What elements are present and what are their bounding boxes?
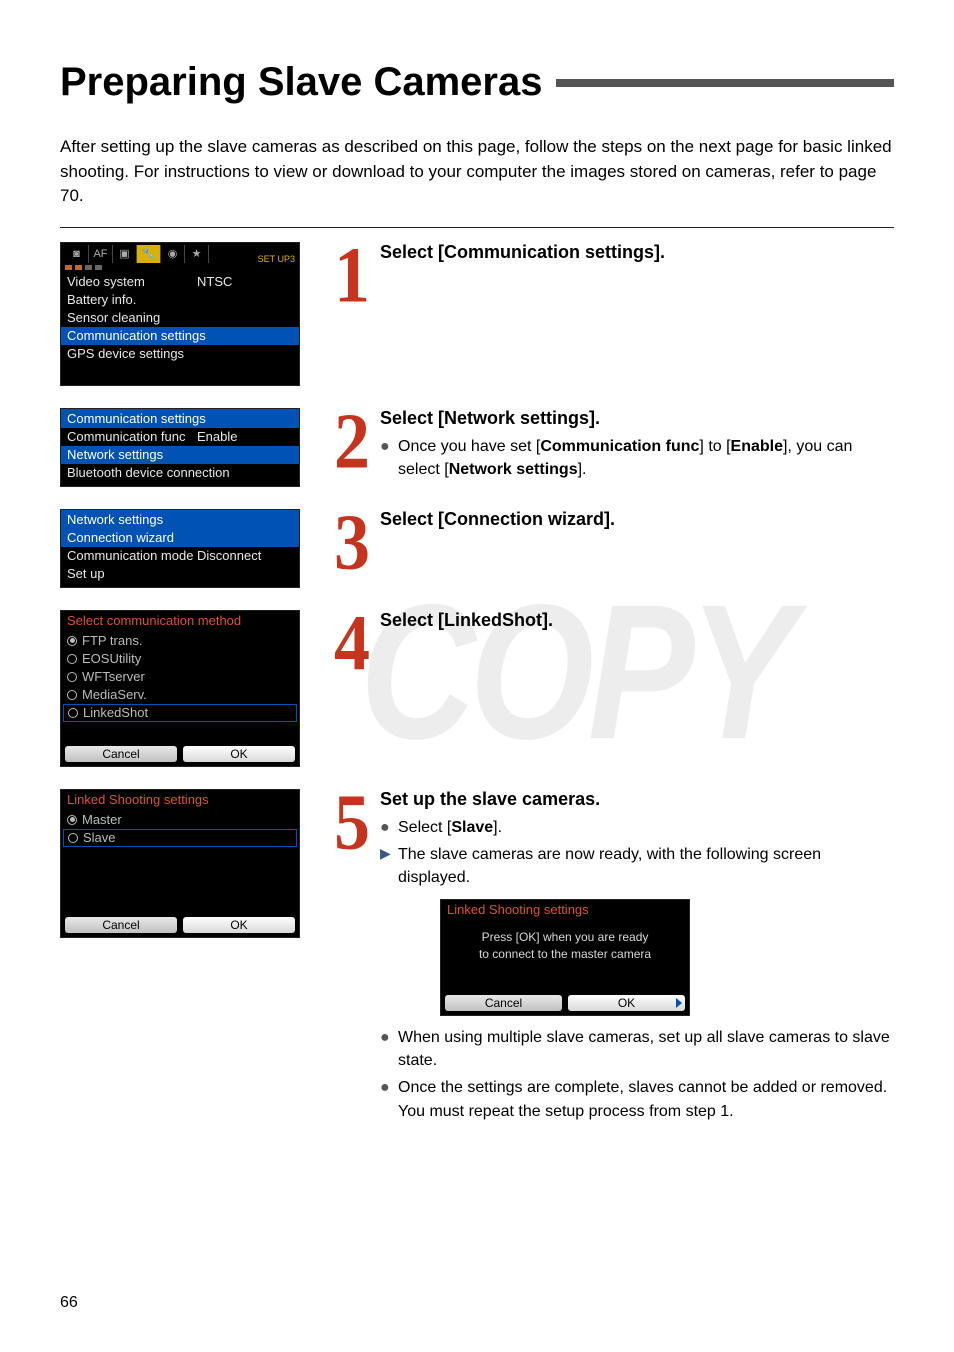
step-4: Select communication method FTP trans.EO… [60, 610, 894, 777]
menu-row: Connection wizard [61, 529, 299, 547]
menu-row: Bluetooth device connection [61, 464, 299, 482]
camera-screen-network-settings: Network settings Connection wizardCommun… [60, 509, 300, 588]
radio-icon [67, 815, 77, 825]
camera-screen-comm-method: Select communication method FTP trans.EO… [60, 610, 300, 767]
ok-button[interactable]: OK [183, 917, 295, 933]
step-4-heading: Select [LinkedShot]. [380, 610, 894, 631]
menu-row: Network settings [61, 446, 299, 464]
step-1-heading: Select [Communication settings]. [380, 242, 894, 263]
step-3: Network settings Connection wizardCommun… [60, 509, 894, 598]
page-title: Preparing Slave Cameras [60, 60, 556, 105]
menu-row: Video systemNTSC [61, 273, 299, 291]
step-2-bullet: ● Once you have set [Communication func]… [380, 435, 894, 481]
cancel-button[interactable]: Cancel [445, 995, 562, 1011]
inset-header: Linked Shooting settings [441, 900, 689, 919]
menu-row: Sensor cleaning [61, 309, 299, 327]
title-row: Preparing Slave Cameras [60, 60, 894, 105]
step-5: Linked Shooting settings MasterSlave Can… [60, 789, 894, 1127]
radio-option[interactable]: LinkedShot [63, 704, 297, 722]
arrow-right-icon [676, 998, 682, 1008]
step-5-heading: Set up the slave cameras. [380, 789, 894, 810]
tab-dots [61, 265, 299, 273]
ok-button[interactable]: OK [568, 995, 685, 1011]
tab-star-icon: ★ [185, 245, 209, 263]
step-number-5: 5 [330, 792, 374, 851]
ok-button[interactable]: OK [183, 746, 295, 762]
menu-row: Communication funcEnable [61, 428, 299, 446]
menu-row: Battery info. [61, 291, 299, 309]
setup-label: SET UP3 [258, 254, 295, 264]
menu-row: Communication settings [61, 327, 299, 345]
step-3-heading: Select [Connection wizard]. [380, 509, 894, 530]
tab-camera-icon: ◙ [65, 245, 89, 263]
title-rule [556, 79, 894, 87]
cancel-button[interactable]: Cancel [65, 917, 177, 933]
step-5-bullet-3: ● When using multiple slave cameras, set… [380, 1026, 894, 1072]
radio-option[interactable]: MediaServ. [61, 686, 299, 704]
cam-header-comm: Communication settings [61, 409, 299, 428]
cam-header-linked: Linked Shooting settings [61, 790, 299, 809]
spacer [61, 724, 299, 742]
radio-icon [68, 708, 78, 718]
step-number-4: 4 [330, 613, 374, 672]
camera-screen-setup: ◙ AF ▣ 🔧 ◉ ★ SET UP3 Video systemNTSCBat… [60, 242, 300, 386]
menu-row: Communication modeDisconnect [61, 547, 299, 565]
radio-icon [67, 672, 77, 682]
step-2: Communication settings Communication fun… [60, 408, 894, 497]
step-number-2: 2 [330, 411, 374, 470]
step-5-bullet-1: ● Select [Slave]. [380, 816, 894, 839]
cancel-button[interactable]: Cancel [65, 746, 177, 762]
inset-message: Press [OK] when you are ready to connect… [441, 919, 689, 991]
camera-screen-linked-shooting: Linked Shooting settings MasterSlave Can… [60, 789, 300, 938]
radio-option[interactable]: FTP trans. [61, 632, 299, 650]
tab-display-icon: ◉ [161, 245, 185, 263]
radio-icon [68, 833, 78, 843]
radio-option[interactable]: EOSUtility [61, 650, 299, 668]
step-number-3: 3 [330, 512, 374, 571]
step-2-heading: Select [Network settings]. [380, 408, 894, 429]
step-5-bullet-4: ● Once the settings are complete, slaves… [380, 1076, 894, 1122]
step-5-bullet-2: ▶ The slave cameras are now ready, with … [380, 843, 894, 889]
cam-header-method: Select communication method [61, 611, 299, 630]
radio-icon [67, 654, 77, 664]
radio-option[interactable]: Master [61, 811, 299, 829]
radio-option[interactable]: WFTserver [61, 668, 299, 686]
intro-paragraph: After setting up the slave cameras as de… [60, 135, 894, 209]
camera-screen-comm-settings: Communication settings Communication fun… [60, 408, 300, 487]
radio-icon [67, 690, 77, 700]
cam-header-net: Network settings [61, 510, 299, 529]
menu-row: GPS device settings [61, 345, 299, 363]
tab-af: AF [89, 245, 113, 263]
step-number-1: 1 [330, 245, 374, 304]
page-number: 66 [60, 1294, 78, 1312]
step-1: ◙ AF ▣ 🔧 ◉ ★ SET UP3 Video systemNTSCBat… [60, 242, 894, 396]
separator [60, 227, 894, 228]
tab-wrench-icon: 🔧 [137, 245, 161, 263]
camera-screen-slave-ready: Linked Shooting settings Press [OK] when… [440, 899, 690, 1016]
radio-icon [67, 636, 77, 646]
tab-play-icon: ▣ [113, 245, 137, 263]
menu-row: Set up [61, 565, 299, 583]
radio-option[interactable]: Slave [63, 829, 297, 847]
